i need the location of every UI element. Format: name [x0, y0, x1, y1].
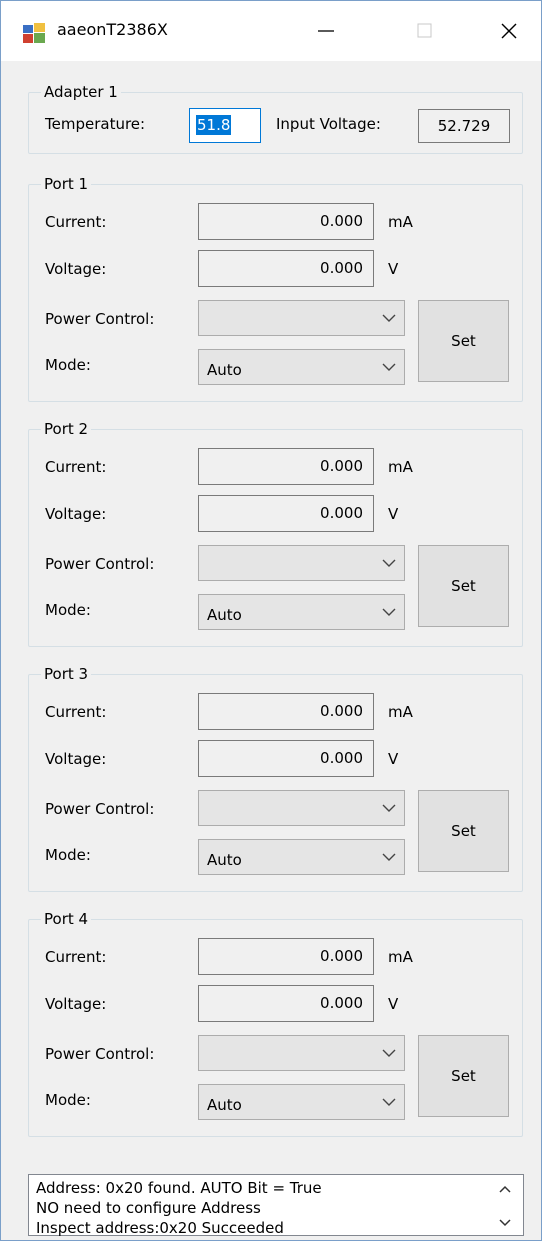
log-listbox[interactable]: Address: 0x20 found. AUTO Bit = True NO …: [28, 1174, 524, 1237]
power-control-dropdown[interactable]: [198, 790, 405, 826]
mode-value: Auto: [207, 851, 242, 869]
current-label: Current:: [45, 703, 107, 721]
chevron-down-icon: [382, 1098, 396, 1106]
current-label: Current:: [45, 213, 107, 231]
voltage-field[interactable]: 0.000: [198, 495, 374, 532]
set-button[interactable]: Set: [418, 545, 509, 627]
current-field[interactable]: 0.000: [198, 203, 374, 240]
minimize-icon: [318, 30, 334, 32]
mode-dropdown[interactable]: Auto: [198, 839, 405, 875]
mode-dropdown[interactable]: Auto: [198, 594, 405, 630]
close-button[interactable]: [486, 9, 532, 53]
power-control-label: Power Control:: [45, 310, 155, 328]
current-unit: mA: [388, 948, 413, 966]
voltage-unit: V: [388, 260, 399, 278]
voltage-label: Voltage:: [45, 750, 107, 768]
voltage-unit: V: [388, 750, 399, 768]
voltage-field[interactable]: 0.000: [198, 985, 374, 1022]
temperature-field[interactable]: 51.8: [189, 108, 261, 143]
input-voltage-label: Input Voltage:: [276, 115, 381, 133]
main-window: aaeonT2386X Adapter 1 Temperature: 51.8 …: [0, 0, 542, 1241]
minimize-button[interactable]: [303, 9, 349, 53]
mode-dropdown[interactable]: Auto: [198, 1084, 405, 1120]
port-legend: Port 2: [41, 419, 92, 439]
voltage-label: Voltage:: [45, 260, 107, 278]
scroll-down-icon[interactable]: [499, 1219, 511, 1227]
port-group-2: Port 2 Current: 0.000 mA Voltage: 0.000 …: [28, 419, 523, 647]
maximize-button[interactable]: [402, 9, 448, 53]
log-line: Inspect address:0x20 Succeeded: [36, 1219, 284, 1237]
voltage-unit: V: [388, 505, 399, 523]
temperature-value: 51.8: [196, 115, 232, 135]
set-button[interactable]: Set: [418, 300, 509, 382]
chevron-down-icon: [382, 608, 396, 616]
adapter-group: Adapter 1 Temperature: 51.8 Input Voltag…: [28, 82, 523, 154]
power-control-dropdown[interactable]: [198, 545, 405, 581]
input-voltage-field[interactable]: 52.729: [418, 109, 510, 143]
current-field[interactable]: 0.000: [198, 693, 374, 730]
temperature-label: Temperature:: [45, 115, 146, 133]
current-unit: mA: [388, 213, 413, 231]
current-unit: mA: [388, 703, 413, 721]
scroll-up-icon[interactable]: [499, 1185, 511, 1193]
chevron-down-icon: [382, 804, 396, 812]
title-bar[interactable]: aaeonT2386X: [1, 1, 541, 61]
chevron-down-icon: [382, 1049, 396, 1057]
port-group-4: Port 4 Current: 0.000 mA Voltage: 0.000 …: [28, 909, 523, 1137]
mode-label: Mode:: [45, 1091, 91, 1109]
mode-label: Mode:: [45, 846, 91, 864]
current-unit: mA: [388, 458, 413, 476]
port-legend: Port 1: [41, 174, 92, 194]
mode-label: Mode:: [45, 601, 91, 619]
chevron-down-icon: [382, 363, 396, 371]
power-control-label: Power Control:: [45, 800, 155, 818]
power-control-label: Power Control:: [45, 555, 155, 573]
voltage-label: Voltage:: [45, 995, 107, 1013]
power-control-label: Power Control:: [45, 1045, 155, 1063]
chevron-down-icon: [382, 314, 396, 322]
port-legend: Port 4: [41, 909, 92, 929]
voltage-unit: V: [388, 995, 399, 1013]
port-legend: Port 3: [41, 664, 92, 684]
port-group-1: Port 1 Current: 0.000 mA Voltage: 0.000 …: [28, 174, 523, 402]
log-line: NO need to configure Address: [36, 1199, 261, 1217]
set-button[interactable]: Set: [418, 1035, 509, 1117]
window-title: aaeonT2386X: [57, 20, 168, 39]
voltage-field[interactable]: 0.000: [198, 250, 374, 287]
chevron-down-icon: [382, 853, 396, 861]
mode-label: Mode:: [45, 356, 91, 374]
power-control-dropdown[interactable]: [198, 300, 405, 336]
current-label: Current:: [45, 458, 107, 476]
voltage-label: Voltage:: [45, 505, 107, 523]
port-group-3: Port 3 Current: 0.000 mA Voltage: 0.000 …: [28, 664, 523, 892]
app-icon: [23, 23, 45, 43]
maximize-icon: [417, 23, 432, 38]
mode-value: Auto: [207, 361, 242, 379]
current-field[interactable]: 0.000: [198, 448, 374, 485]
adapter-legend: Adapter 1: [41, 82, 121, 102]
current-label: Current:: [45, 948, 107, 966]
current-field[interactable]: 0.000: [198, 938, 374, 975]
power-control-dropdown[interactable]: [198, 1035, 405, 1071]
voltage-field[interactable]: 0.000: [198, 740, 374, 777]
set-button[interactable]: Set: [418, 790, 509, 872]
mode-value: Auto: [207, 1096, 242, 1114]
mode-dropdown[interactable]: Auto: [198, 349, 405, 385]
mode-value: Auto: [207, 606, 242, 624]
close-icon: [501, 23, 517, 39]
chevron-down-icon: [382, 559, 396, 567]
log-line: Address: 0x20 found. AUTO Bit = True: [36, 1179, 322, 1197]
